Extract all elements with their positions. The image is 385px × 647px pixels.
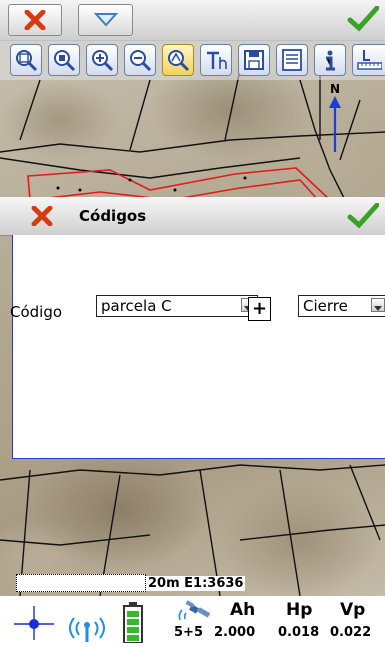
codigos-dialog: Códigos Código parcela C + Cierre — [0, 197, 385, 461]
checkmark-icon — [347, 6, 379, 32]
ok-button[interactable] — [340, 4, 385, 34]
ah-label: Ah — [230, 600, 256, 620]
action-select[interactable]: Cierre — [298, 295, 385, 317]
measure-button[interactable] — [352, 44, 385, 76]
satellite-count: 5+5 — [174, 625, 203, 640]
measure-icon — [357, 50, 382, 70]
info-button[interactable] — [314, 44, 346, 76]
action-select-dropdown-button[interactable] — [371, 298, 385, 312]
zoom-window-button[interactable] — [48, 44, 80, 76]
text-height-button[interactable] — [200, 44, 232, 76]
layers-list-icon — [282, 49, 302, 71]
chevron-down-icon — [374, 306, 382, 311]
action-select-value: Cierre — [303, 297, 348, 315]
pan-zoom-button[interactable] — [162, 44, 194, 76]
chevron-down-icon — [93, 13, 118, 27]
code-select-value: parcela C — [101, 297, 172, 315]
zoom-out-button[interactable] — [124, 44, 156, 76]
hp-value: 0.018 — [278, 625, 320, 640]
dialog-title: Códigos — [79, 207, 147, 225]
north-label: N — [330, 82, 341, 96]
scale-text: 20m E1:3636 — [146, 576, 246, 591]
zoom-in-button[interactable] — [86, 44, 118, 76]
vp-value: 0.022 — [330, 625, 372, 640]
info-icon — [326, 50, 335, 71]
battery-icon — [122, 602, 144, 644]
zoom-extents-button[interactable] — [10, 44, 42, 76]
zoom-in-icon — [92, 50, 114, 72]
gps-position-icon — [14, 604, 54, 640]
ah-value: 2.000 — [214, 625, 256, 640]
close-icon — [31, 206, 53, 226]
pan-zoom-icon — [168, 50, 190, 72]
close-icon — [24, 10, 46, 30]
north-arrow-icon: N — [324, 82, 348, 152]
title-bar — [0, 0, 385, 41]
codigo-label: Código — [10, 303, 63, 321]
vp-label: Vp — [340, 600, 366, 620]
zoom-out-icon — [130, 50, 152, 72]
add-code-button[interactable]: + — [248, 297, 271, 321]
save-button[interactable] — [238, 44, 270, 76]
close-button[interactable] — [8, 4, 62, 36]
zoom-window-icon — [54, 50, 76, 72]
signal-antenna-icon — [64, 608, 110, 642]
layers-list-button[interactable] — [276, 44, 308, 76]
map-toolbar — [0, 40, 385, 80]
menu-dropdown-button[interactable] — [78, 4, 133, 36]
code-select[interactable]: parcela C — [96, 295, 258, 317]
save-icon — [244, 50, 264, 70]
checkmark-icon — [347, 203, 379, 229]
dialog-body — [12, 235, 385, 459]
dialog-close-button[interactable] — [20, 202, 64, 230]
text-height-icon — [207, 51, 227, 69]
dialog-header: Códigos — [0, 197, 385, 236]
satellite-icon — [176, 600, 214, 624]
zoom-extents-icon — [16, 50, 38, 72]
scale-bar — [16, 574, 146, 592]
dialog-ok-button[interactable] — [340, 202, 385, 230]
hp-label: Hp — [286, 600, 313, 620]
